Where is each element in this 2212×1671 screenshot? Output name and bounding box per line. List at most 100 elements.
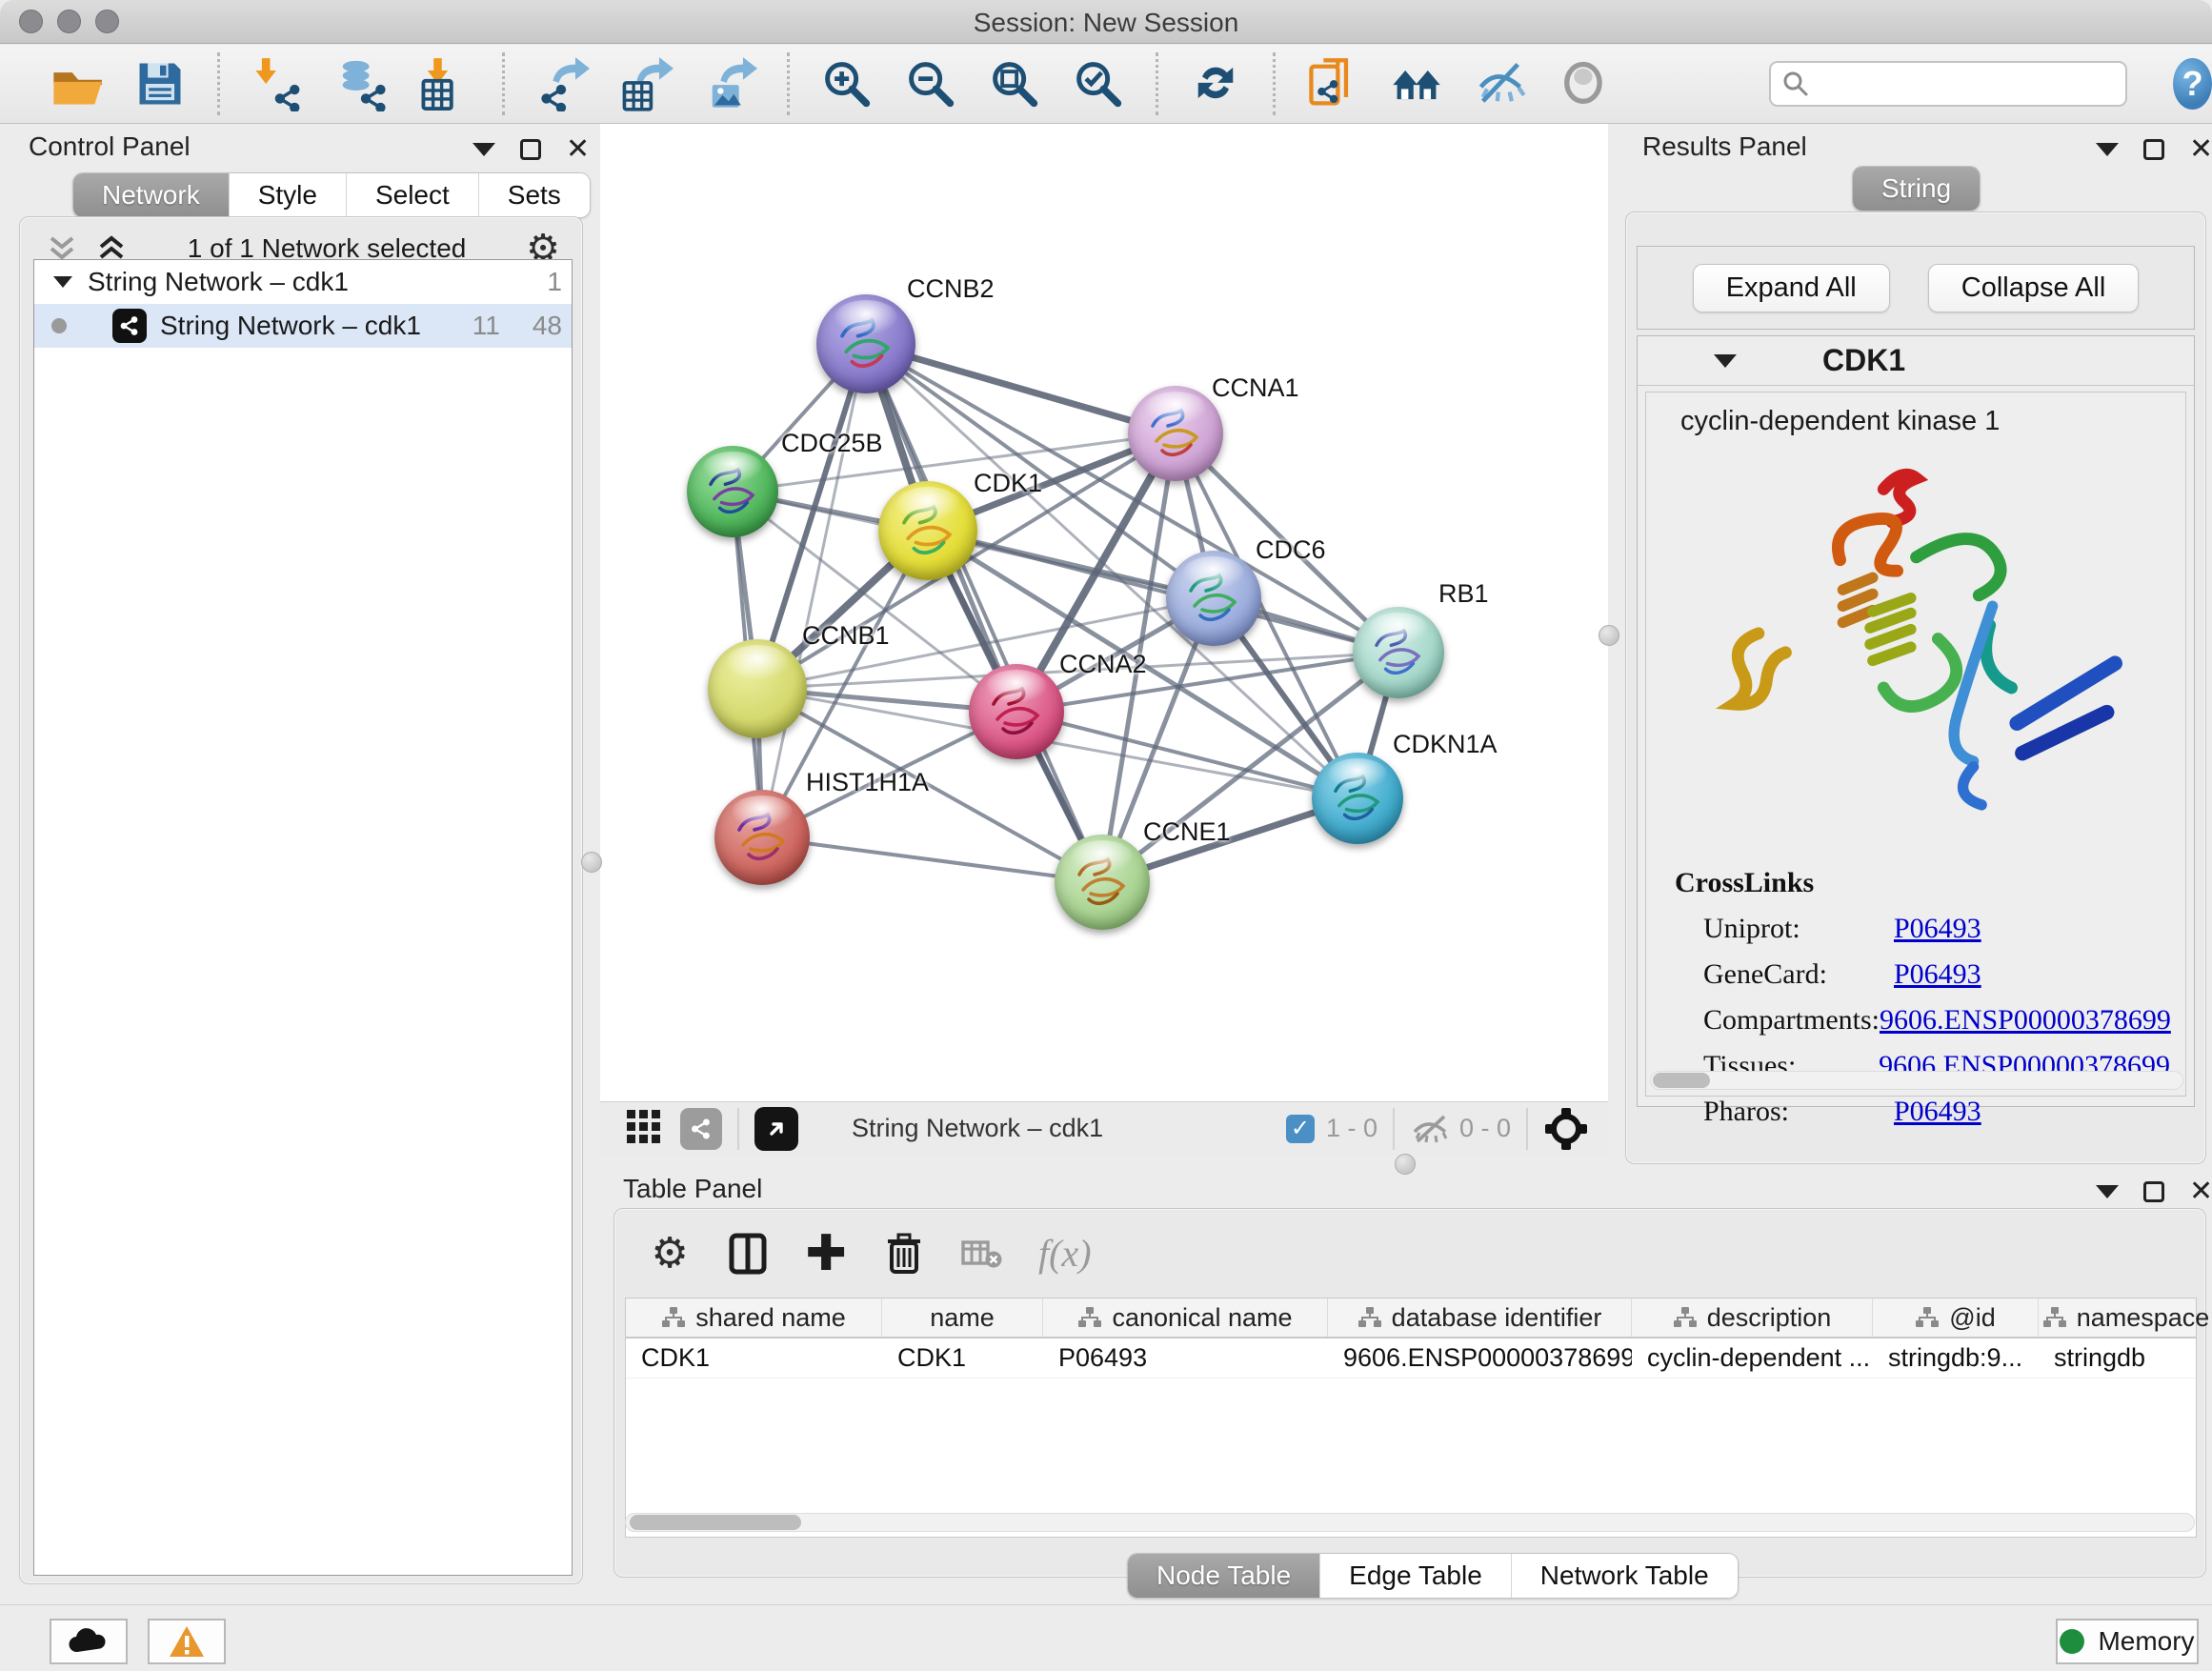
- column-header-description[interactable]: description: [1632, 1299, 1873, 1337]
- network-node-ccnb1[interactable]: [708, 639, 807, 738]
- crosslink-value-link[interactable]: P06493: [1894, 958, 1981, 991]
- results-panel-title: Results Panel: [1642, 131, 1807, 162]
- column-header-name[interactable]: name: [882, 1299, 1043, 1337]
- network-node-cdk1[interactable]: [878, 481, 977, 580]
- column-header-canonical-name[interactable]: canonical name: [1043, 1299, 1328, 1337]
- selected-checkbox-icon[interactable]: ✓: [1286, 1115, 1315, 1143]
- hidden-count: 0 - 0: [1459, 1114, 1511, 1143]
- help-button[interactable]: ?: [2173, 58, 2212, 110]
- warning-status-button[interactable]: [148, 1619, 226, 1664]
- control-panel-close-icon[interactable]: ✕: [566, 139, 590, 160]
- network-row[interactable]: String Network – cdk1 11 48: [34, 304, 572, 348]
- import-database-icon[interactable]: [332, 54, 391, 113]
- expand-all-button[interactable]: Expand All: [1693, 264, 1890, 312]
- node-label-ccne1: CCNE1: [1143, 817, 1231, 847]
- save-session-icon[interactable]: [131, 54, 190, 113]
- tab-network-table[interactable]: Network Table: [1511, 1554, 1738, 1598]
- show-panel-icon[interactable]: [1555, 54, 1614, 113]
- show-columns-icon[interactable]: [726, 1232, 770, 1276]
- search-icon: [1782, 70, 1809, 97]
- refresh-icon[interactable]: [1186, 54, 1245, 113]
- crosslink-value-link[interactable]: P06493: [1894, 913, 1981, 945]
- tab-node-table[interactable]: Node Table: [1128, 1554, 1319, 1598]
- tree-expander-icon[interactable]: [53, 276, 72, 288]
- tab-network[interactable]: Network: [73, 173, 229, 217]
- table-panel-close-icon[interactable]: ✕: [2189, 1181, 2212, 1202]
- network-node-ccna1[interactable]: [1128, 386, 1223, 481]
- tab-sets[interactable]: Sets: [478, 173, 590, 217]
- column-header-namespace[interactable]: namespace: [2039, 1299, 2212, 1337]
- control-panel-float-icon[interactable]: [520, 139, 541, 160]
- import-table-icon[interactable]: [415, 54, 474, 113]
- tab-string[interactable]: String: [1853, 167, 1980, 211]
- node-label-ccnb2: CCNB2: [907, 274, 995, 304]
- results-hscrollbar[interactable]: [1650, 1071, 2183, 1090]
- home-icon[interactable]: [1387, 54, 1446, 113]
- grid-mode-icon[interactable]: [625, 1106, 663, 1151]
- tab-style[interactable]: Style: [229, 173, 346, 217]
- table-cell: P06493: [1043, 1339, 1328, 1378]
- table-panel-float-icon[interactable]: [2143, 1181, 2164, 1202]
- network-node-cdc25b[interactable]: [687, 446, 778, 537]
- search-input[interactable]: [1769, 61, 2127, 107]
- node-label-ccna2: CCNA2: [1059, 650, 1147, 679]
- table-panel-collapse-icon[interactable]: [2096, 1185, 2119, 1198]
- zoom-fit-icon[interactable]: [985, 54, 1044, 113]
- cloud-icon: [68, 1627, 110, 1656]
- zoom-out-icon[interactable]: [901, 54, 960, 113]
- right-splitter-handle[interactable]: [1599, 625, 1619, 646]
- memory-button[interactable]: Memory: [2056, 1619, 2199, 1664]
- network-view-icon[interactable]: [680, 1108, 722, 1150]
- export-network-icon[interactable]: [533, 54, 592, 113]
- control-panel-collapse-icon[interactable]: [473, 143, 495, 156]
- column-header-database-identifier[interactable]: database identifier: [1328, 1299, 1632, 1337]
- delete-column-trash-icon[interactable]: [882, 1232, 926, 1276]
- export-table-icon[interactable]: [616, 54, 675, 113]
- network-collection-row[interactable]: String Network – cdk1 1: [34, 260, 572, 304]
- node-table[interactable]: shared namename canonical name database …: [625, 1298, 2197, 1538]
- table-hscrollbar[interactable]: [625, 1513, 2195, 1532]
- results-panel-close-icon[interactable]: ✕: [2189, 139, 2212, 160]
- results-panel-float-icon[interactable]: [2143, 139, 2164, 160]
- hide-panel-icon[interactable]: [1471, 54, 1530, 113]
- collection-label: String Network – cdk1: [88, 267, 349, 297]
- network-node-hist1h1a[interactable]: [714, 790, 810, 885]
- add-column-icon[interactable]: ✚: [804, 1232, 848, 1276]
- bottom-splitter-handle[interactable]: [1395, 1154, 1416, 1175]
- crosslink-row: GeneCard: P06493: [1703, 958, 2170, 991]
- network-icon: [112, 309, 147, 343]
- crosslink-value-link[interactable]: P06493: [1894, 1096, 1981, 1128]
- zoom-in-icon[interactable]: [817, 54, 876, 113]
- node-label-ccna1: CCNA1: [1212, 373, 1299, 403]
- results-panel-collapse-icon[interactable]: [2096, 143, 2119, 156]
- zoom-selected-icon[interactable]: [1069, 54, 1128, 113]
- table-options-gear-icon[interactable]: ⚙: [648, 1232, 692, 1276]
- table-row[interactable]: CDK1CDK1P064939606.ENSP00000378699cyclin…: [626, 1339, 2196, 1379]
- window-title: Session: New Session: [0, 8, 2212, 38]
- birds-eye-view-icon[interactable]: [754, 1107, 798, 1151]
- export-image-icon[interactable]: [700, 54, 759, 113]
- network-node-cdc6[interactable]: [1166, 551, 1261, 646]
- network-node-ccnb2[interactable]: [816, 294, 915, 393]
- tab-edge-table[interactable]: Edge Table: [1319, 1554, 1511, 1598]
- clone-network-icon[interactable]: [1303, 54, 1362, 113]
- left-splitter-handle[interactable]: [581, 852, 602, 873]
- network-canvas[interactable]: CCNB2CCNA1CDC25BCDK1CDC6RB1CCNB1CCNA2CDK…: [600, 124, 1608, 1101]
- network-node-rb1[interactable]: [1353, 607, 1444, 698]
- import-network-icon[interactable]: [248, 54, 307, 113]
- crosslink-row: Pharos: P06493: [1703, 1096, 2170, 1128]
- open-session-icon[interactable]: [47, 54, 106, 113]
- network-node-ccna2[interactable]: [969, 664, 1064, 759]
- fit-selected-crosshair-icon[interactable]: [1543, 1106, 1589, 1152]
- tab-select[interactable]: Select: [346, 173, 478, 217]
- table-cell: cyclin-dependent ...: [1632, 1339, 1873, 1378]
- cdk1-collapse-icon[interactable]: [1714, 354, 1737, 368]
- network-node-ccne1[interactable]: [1055, 835, 1150, 930]
- crosslink-value-link[interactable]: 9606.ENSP00000378699: [1880, 1004, 2171, 1037]
- collapse-all-button[interactable]: Collapse All: [1928, 264, 2140, 312]
- column-header-@id[interactable]: @id: [1873, 1299, 2039, 1337]
- cloud-status-button[interactable]: [50, 1619, 128, 1664]
- network-view-toolbar: String Network – cdk1 ✓ 1 - 0 0 - 0: [600, 1101, 1608, 1155]
- column-header-shared-name[interactable]: shared name: [626, 1299, 882, 1337]
- network-node-cdkn1a[interactable]: [1312, 753, 1403, 844]
